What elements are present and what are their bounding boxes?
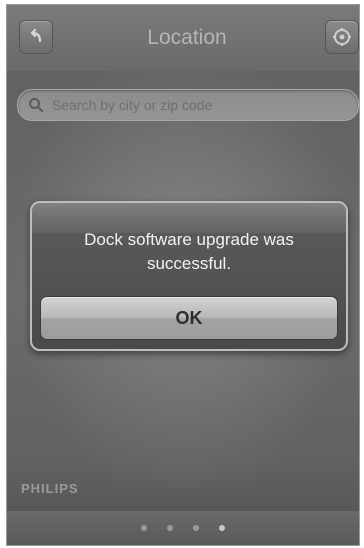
alert-message: Dock software upgrade was successful.	[84, 230, 294, 273]
top-bar: Location	[7, 5, 359, 71]
page-dot[interactable]	[167, 525, 173, 531]
page-dot[interactable]	[193, 525, 199, 531]
back-button[interactable]	[19, 20, 53, 54]
ok-button[interactable]: OK	[40, 296, 338, 340]
page-indicator-bar	[7, 511, 359, 545]
gear-icon	[333, 28, 351, 46]
search-placeholder: Search by city or zip code	[52, 97, 213, 113]
page-dot[interactable]	[219, 525, 225, 531]
page-dots[interactable]	[141, 525, 231, 533]
page-title: Location	[147, 26, 227, 49]
back-arrow-icon	[30, 28, 42, 43]
brand-logo: PHILIPS	[21, 481, 79, 496]
search-icon	[29, 98, 44, 113]
page-dot[interactable]	[141, 525, 147, 531]
search-field[interactable]: Search by city or zip code	[17, 89, 359, 121]
alert-dialog: Dock software upgrade was successful. OK	[30, 201, 348, 351]
settings-button[interactable]	[325, 20, 359, 54]
phone-screen: Location Search by city or zip code Dock…	[6, 4, 360, 546]
